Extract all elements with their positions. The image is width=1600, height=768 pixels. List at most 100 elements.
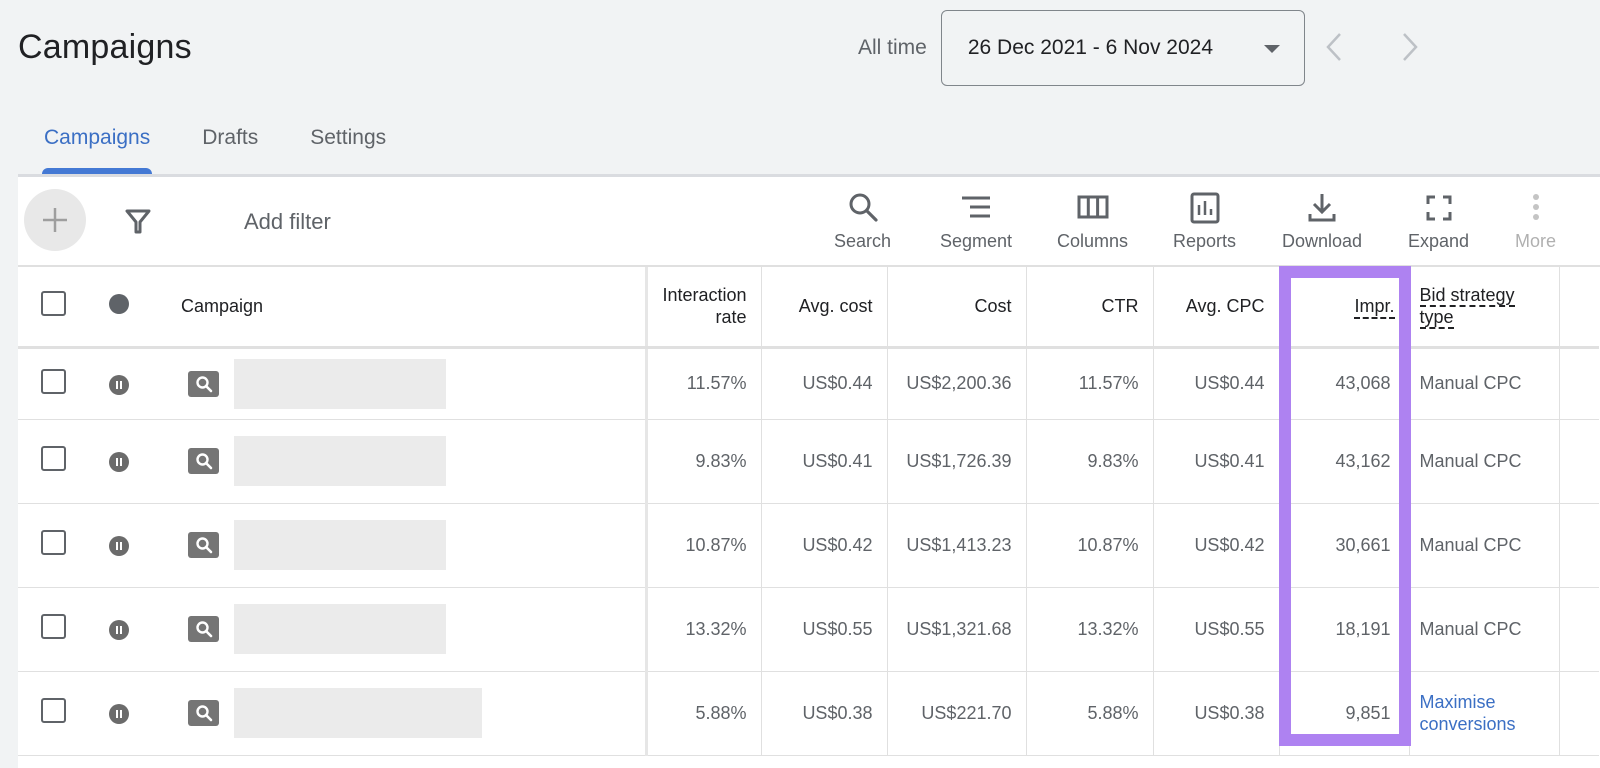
cost-cell: US$1,413.23: [887, 503, 1027, 588]
ctr-header[interactable]: CTR: [1026, 267, 1154, 349]
bid-strategy-link[interactable]: Maximise conversions: [1420, 692, 1516, 734]
reports-icon: [1190, 192, 1220, 224]
search-campaign-type-icon: [188, 370, 219, 397]
avg-cpc-header[interactable]: Avg. CPC: [1153, 267, 1280, 349]
campaign-name-cell: [150, 503, 648, 588]
bid-strategy-value: Manual CPC: [1419, 618, 1522, 639]
search-campaign-type-icon: [188, 448, 219, 474]
row-select-cell: [18, 503, 88, 588]
interaction-rate-cell: 13.32%: [646, 587, 762, 672]
campaigns-panel: Add filter Search Segment Columns Report…: [18, 177, 1600, 768]
interaction-rate-label-1: Interaction: [662, 285, 747, 306]
more-vert-icon: [1532, 194, 1539, 220]
impr-header[interactable]: Impr.: [1279, 267, 1410, 349]
interaction-rate-header[interactable]: Interaction rate: [646, 267, 762, 349]
campaigns-table: Campaign Interaction rate Avg. cost Cost …: [18, 267, 1599, 756]
tab-campaigns[interactable]: Campaigns: [18, 108, 176, 174]
date-range-picker[interactable]: 26 Dec 2021 - 6 Nov 2024: [940, 10, 1305, 86]
cost-cell: US$221.70: [887, 671, 1027, 756]
campaign-name-redacted[interactable]: [234, 520, 446, 570]
paused-status-icon[interactable]: [109, 374, 129, 395]
ctr-cell: 5.88%: [1026, 671, 1154, 756]
bid-strategy-cell: Manual CPC: [1409, 587, 1560, 672]
ctr-cell: 10.87%: [1026, 503, 1154, 588]
expand-label: Expand: [1408, 231, 1470, 251]
row-status-cell: [88, 671, 150, 756]
download-button[interactable]: Download: [1282, 191, 1362, 252]
select-all-checkbox[interactable]: [40, 291, 66, 317]
columns-button[interactable]: Columns: [1057, 191, 1128, 252]
add-campaign-button[interactable]: [24, 189, 86, 251]
row-select-cell: [18, 347, 88, 420]
table-row[interactable]: 13.32% US$0.55 US$1,321.68 13.32% US$0.55 18,…: [18, 587, 1599, 672]
previous-period-button[interactable]: [1322, 30, 1346, 64]
avg-cost-header[interactable]: Avg. cost: [761, 267, 888, 349]
extra-column-cell: [1559, 503, 1599, 588]
search-button[interactable]: Search: [834, 191, 891, 252]
add-filter-button[interactable]: Add filter: [244, 209, 331, 235]
campaign-name-cell: [150, 671, 648, 756]
avg-cpc-cell: US$0.41: [1153, 419, 1280, 504]
row-checkbox[interactable]: [40, 698, 66, 723]
segment-button[interactable]: Segment: [940, 191, 1012, 252]
bid-strategy-value: Manual CPC: [1419, 373, 1522, 393]
campaign-name-redacted[interactable]: [234, 436, 446, 486]
impr-label: Impr.: [1354, 295, 1395, 319]
interaction-rate-cell: 9.83%: [646, 419, 762, 504]
avg-cost-label: Avg. cost: [798, 295, 873, 316]
ctr-cell: 11.57%: [1026, 347, 1154, 420]
table-row[interactable]: 9.83% US$0.41 US$1,726.39 9.83% US$0.41 43,16…: [18, 419, 1599, 504]
campaign-name-cell: [150, 419, 648, 504]
cost-header[interactable]: Cost: [887, 267, 1027, 349]
row-checkbox[interactable]: [40, 530, 66, 555]
chevron-right-icon: [1403, 33, 1418, 61]
avg-cost-cell: US$0.44: [761, 347, 888, 420]
impr-cell: 30,661: [1279, 503, 1410, 588]
campaign-name-redacted[interactable]: [234, 604, 446, 654]
campaign-name-redacted[interactable]: [234, 688, 482, 738]
campaign-header[interactable]: Campaign: [150, 267, 648, 349]
extra-column-header: [1559, 267, 1599, 349]
row-status-cell: [88, 419, 150, 504]
expand-button[interactable]: Expand: [1408, 191, 1469, 252]
row-checkbox[interactable]: [40, 614, 66, 639]
campaign-header-label: Campaign: [181, 295, 264, 316]
more-button[interactable]: More: [1515, 191, 1556, 252]
table-row[interactable]: 10.87% US$0.42 US$1,413.23 10.87% US$0.42 30,…: [18, 503, 1599, 588]
search-campaign-type-icon: [188, 532, 219, 558]
row-checkbox[interactable]: [40, 368, 66, 394]
paused-status-icon[interactable]: [109, 620, 129, 640]
tab-drafts[interactable]: Drafts: [176, 108, 284, 168]
filter-icon[interactable]: [124, 207, 152, 235]
paused-status-icon[interactable]: [109, 704, 129, 724]
cost-cell: US$2,200.36: [887, 347, 1027, 420]
table-row[interactable]: 5.88% US$0.38 US$221.70 5.88% US$0.38 9,851 Ma…: [18, 671, 1599, 756]
segment-label: Segment: [940, 231, 1013, 251]
avg-cpc-cell: US$0.38: [1153, 671, 1280, 756]
bid-strategy-cell: Manual CPC: [1409, 503, 1560, 588]
next-period-button[interactable]: [1398, 30, 1422, 64]
avg-cpc-cell: US$0.55: [1153, 587, 1280, 672]
avg-cpc-cell: US$0.42: [1153, 503, 1280, 588]
table-row[interactable]: 11.57% US$0.44 US$2,200.36 11.57% US$0.44 43,…: [18, 347, 1599, 420]
status-dot-icon: [109, 293, 129, 314]
avg-cpc-label: Avg. CPC: [1185, 295, 1265, 316]
bid-strategy-header[interactable]: Bid strategy type: [1409, 267, 1560, 349]
segment-icon: [962, 196, 991, 218]
paused-status-icon[interactable]: [109, 452, 129, 472]
reports-button[interactable]: Reports: [1173, 191, 1236, 252]
interaction-rate-cell: 5.88%: [646, 671, 762, 756]
campaign-name-redacted[interactable]: [234, 358, 446, 409]
date-range-value: 26 Dec 2021 - 6 Nov 2024: [967, 36, 1214, 59]
cost-cell: US$1,321.68: [887, 587, 1027, 672]
status-header[interactable]: [88, 267, 150, 349]
tab-settings[interactable]: Settings: [284, 108, 412, 168]
bid-strategy-cell: Manual CPC: [1409, 347, 1560, 420]
bid-strategy-value: Manual CPC: [1419, 534, 1522, 555]
paused-status-icon[interactable]: [109, 536, 129, 556]
page-title: Campaigns: [18, 28, 192, 66]
ctr-cell: 13.32%: [1026, 587, 1154, 672]
row-checkbox[interactable]: [40, 446, 66, 471]
bid-strategy-cell: Maximise conversions: [1409, 671, 1560, 756]
extra-column-cell: [1559, 347, 1599, 420]
